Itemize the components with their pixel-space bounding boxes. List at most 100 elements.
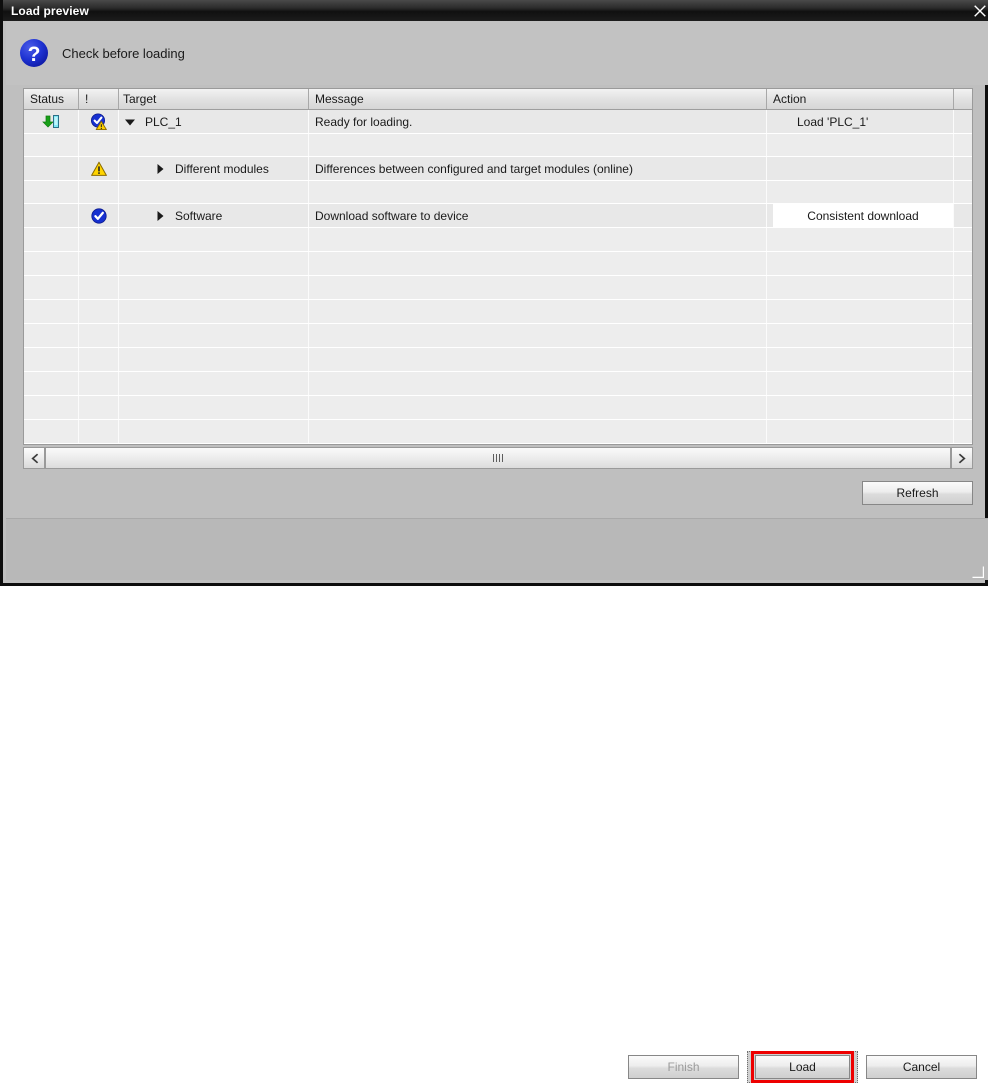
column-header-action[interactable]: Action <box>767 89 954 109</box>
table-cell-empty <box>954 324 972 347</box>
table-row-spacer[interactable] <box>24 181 972 204</box>
table-cell-empty <box>24 420 79 443</box>
triangle-right-icon[interactable] <box>153 209 167 223</box>
table-cell-empty <box>309 396 767 419</box>
table-cell-empty <box>954 181 972 203</box>
table-cell-empty <box>954 300 972 323</box>
table-cell-empty <box>309 372 767 395</box>
table-cell-empty <box>24 134 79 156</box>
column-header-target[interactable]: Target <box>119 89 309 109</box>
table-cell-empty <box>767 420 954 443</box>
table-cell-action[interactable]: Consistent download <box>767 204 954 227</box>
table-cell-empty <box>119 134 309 156</box>
table-cell-end <box>954 157 972 180</box>
triangle-down-icon[interactable] <box>123 115 137 129</box>
table-cell-empty <box>79 324 119 347</box>
table-cell-empty <box>119 228 309 251</box>
chevron-left-icon[interactable] <box>23 447 45 469</box>
table-cell-empty <box>954 348 972 371</box>
grip-lines-icon <box>493 454 503 462</box>
bottom-button-bar: Finish Load Cancel <box>6 519 988 1083</box>
table-cell-empty <box>309 300 767 323</box>
column-header-warning[interactable]: ! <box>79 89 119 109</box>
table-cell-message: Ready for loading. <box>309 110 767 133</box>
table-cell-empty <box>309 420 767 443</box>
scrollbar-track[interactable] <box>45 447 951 469</box>
table-cell-empty <box>954 252 972 275</box>
load-button[interactable]: Load <box>755 1055 850 1079</box>
table-cell-empty <box>119 348 309 371</box>
table-cell-empty <box>24 276 79 299</box>
table-cell-empty <box>79 372 119 395</box>
table-cell-empty <box>309 348 767 371</box>
table-header-row: Status ! Target Message Action <box>24 89 972 110</box>
target-cell-inner: Different modules <box>123 162 308 176</box>
table-cell-empty <box>24 324 79 347</box>
table-cell-empty <box>24 372 79 395</box>
table-cell-empty <box>767 396 954 419</box>
table-cell-empty <box>79 348 119 371</box>
download-to-device-icon <box>24 110 79 133</box>
table-cell-message: Download software to device <box>309 204 767 227</box>
cancel-button[interactable]: Cancel <box>866 1055 977 1079</box>
table-row-empty[interactable] <box>24 420 972 444</box>
question-mark-icon: ? <box>18 37 50 69</box>
table-cell-empty <box>79 228 119 251</box>
target-label: PLC_1 <box>145 114 182 129</box>
status-cell-empty <box>24 157 79 180</box>
table-cell-empty <box>24 252 79 275</box>
table-cell-empty <box>119 300 309 323</box>
table-cell-empty <box>954 420 972 443</box>
table-row[interactable]: Software Download software to device Consi… <box>24 204 972 228</box>
action-dropdown-cell[interactable]: Consistent download <box>773 204 953 227</box>
chevron-right-icon[interactable] <box>951 447 973 469</box>
table-cell-empty <box>767 181 954 203</box>
table-cell-empty <box>767 324 954 347</box>
table-cell-empty <box>119 252 309 275</box>
table-cell-empty <box>767 134 954 156</box>
triangle-right-icon[interactable] <box>153 162 167 176</box>
table-cell-end <box>954 110 972 133</box>
table-row-empty[interactable] <box>24 276 972 300</box>
table-cell-empty <box>767 228 954 251</box>
table-row-empty[interactable] <box>24 348 972 372</box>
column-header-status[interactable]: Status <box>24 89 79 109</box>
close-icon[interactable] <box>969 0 988 21</box>
column-header-message[interactable]: Message <box>309 89 767 109</box>
table-cell-empty <box>309 228 767 251</box>
table-row-empty[interactable] <box>24 396 972 420</box>
table-cell-empty <box>767 300 954 323</box>
table-cell-empty <box>24 300 79 323</box>
title-bar: Load preview <box>3 0 988 21</box>
table-cell-empty <box>119 420 309 443</box>
table-row[interactable]: PLC_1 Ready for loading. Load 'PLC_1' <box>24 110 972 134</box>
table-cell-target: PLC_1 <box>119 110 309 133</box>
target-cell-inner: PLC_1 <box>123 115 308 129</box>
table-row-empty[interactable] <box>24 324 972 348</box>
table-cell-empty <box>119 396 309 419</box>
table-cell-empty <box>767 348 954 371</box>
finish-button[interactable]: Finish <box>628 1055 739 1079</box>
table-row-empty[interactable] <box>24 252 972 276</box>
table-row-empty[interactable] <box>24 372 972 396</box>
table-row[interactable]: Different modules Differences between con… <box>24 157 972 181</box>
table-row-empty[interactable] <box>24 300 972 324</box>
table-cell-empty <box>24 396 79 419</box>
table-cell-empty <box>79 420 119 443</box>
table-row-spacer[interactable] <box>24 134 972 157</box>
refresh-button[interactable]: Refresh <box>862 481 973 505</box>
table-cell-empty <box>119 181 309 203</box>
table-row-empty[interactable] <box>24 228 972 252</box>
table-cell-empty <box>24 228 79 251</box>
table-cell-empty <box>24 181 79 203</box>
table-cell-empty <box>24 348 79 371</box>
resize-grip-icon[interactable] <box>972 566 985 579</box>
table-cell-action: Load 'PLC_1' <box>767 110 954 133</box>
table-cell-empty <box>119 324 309 347</box>
horizontal-scrollbar[interactable] <box>23 447 973 469</box>
table-cell-empty <box>767 276 954 299</box>
table-cell-empty <box>309 181 767 203</box>
column-header-end <box>954 89 972 109</box>
scrollbar-thumb[interactable] <box>45 447 951 469</box>
table-cell-target: Different modules <box>119 157 309 180</box>
